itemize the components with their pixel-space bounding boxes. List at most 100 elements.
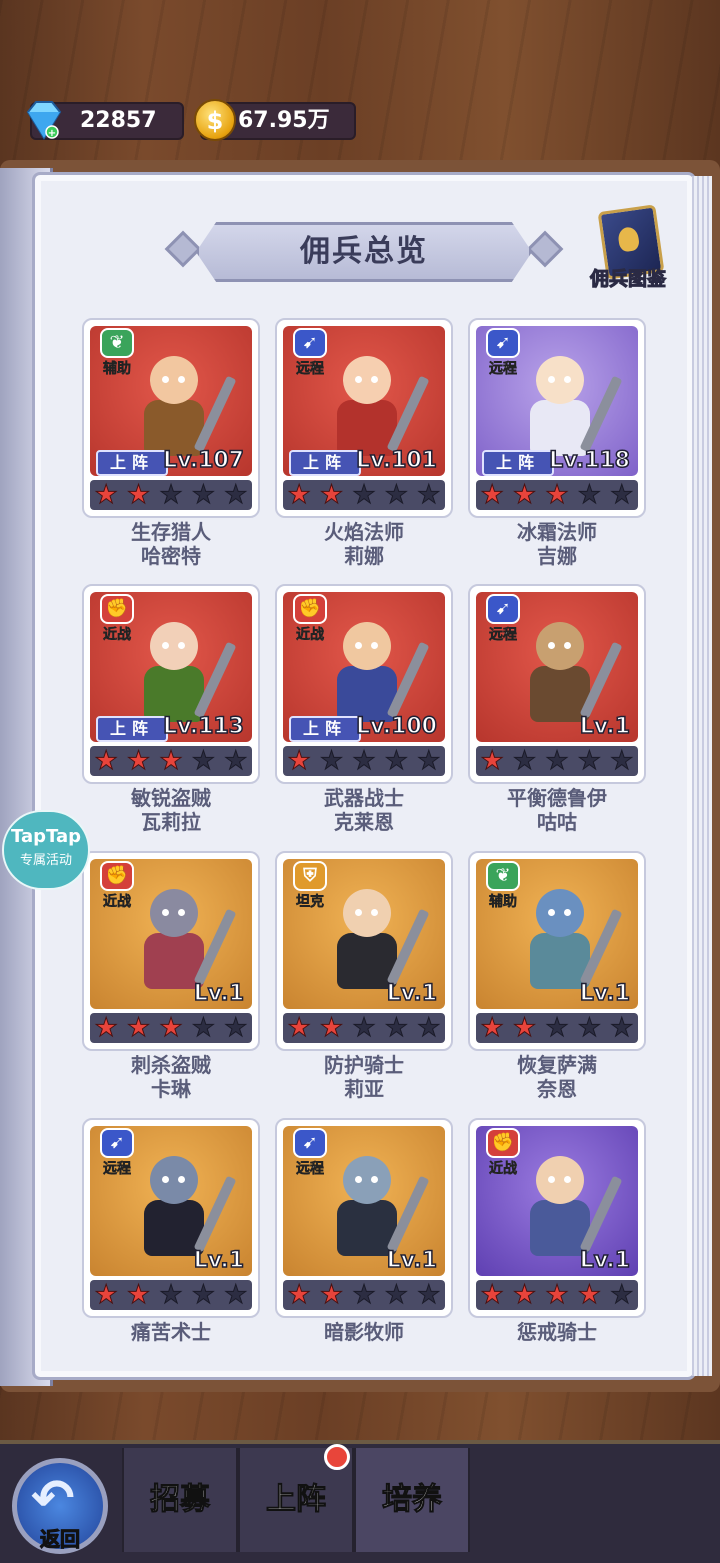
star-filled-icon: ★ <box>94 746 118 777</box>
star-rating: ★ ★ ★ ★ ★ <box>90 1013 252 1044</box>
star-filled-icon: ★ <box>319 1280 344 1311</box>
star-empty-icon: ★ <box>417 746 441 777</box>
hero-card[interactable]: ➹ 远程 Lv.1 ★ ★ ★ ★ ★ <box>275 1118 453 1318</box>
hero-card[interactable]: ✊ 近战 Lv.1 ★ ★ ★ ★ ★ <box>82 851 260 1051</box>
gold-counter[interactable]: $ 67.95万 <box>194 99 356 141</box>
star-empty-icon: ★ <box>159 480 183 511</box>
hero-card[interactable]: ➹ 远程 Lv.1 ★ ★ ★ ★ ★ <box>82 1118 260 1318</box>
star-filled-icon: ★ <box>287 1280 311 1311</box>
star-empty-icon: ★ <box>545 746 569 777</box>
star-filled-icon: ★ <box>159 746 183 777</box>
star-empty-icon: ★ <box>224 480 248 511</box>
role-tag: ✊ 近战 <box>94 594 140 648</box>
star-empty-icon: ★ <box>352 480 376 511</box>
hero-title: 暗影牧师 <box>324 1320 404 1344</box>
hero-card[interactable]: ✊ 近战 Lv.1 ★ ★ ★ ★ ★ <box>468 1118 646 1318</box>
hero-card[interactable]: ✊ 近战 上阵 Lv.113 ★ ★ ★ ★ ★ <box>82 584 260 784</box>
role-label: 远程 <box>103 1161 132 1178</box>
star-empty-icon: ★ <box>191 1280 216 1311</box>
leaf-icon: ❦ <box>486 861 520 891</box>
hero-portrait: ⛨ 坦克 Lv.1 <box>283 859 445 1009</box>
hero-title: 敏锐盗贼 <box>131 786 211 810</box>
star-filled-icon: ★ <box>512 480 537 511</box>
star-empty-icon: ★ <box>352 1013 376 1044</box>
hero-portrait: ✊ 近战 Lv.1 <box>476 1126 638 1276</box>
hero-name: 武器战士 克莱恩 <box>275 786 453 834</box>
role-tag: ➹ 远程 <box>480 594 526 648</box>
star-rating: ★ ★ ★ ★ ★ <box>476 746 638 777</box>
hero-card[interactable]: ➹ 远程 Lv.1 ★ ★ ★ ★ ★ <box>468 584 646 784</box>
hero-level: Lv.1 <box>193 980 245 1007</box>
hero-nickname: 莉亚 <box>344 1077 384 1101</box>
deployed-badge: 上阵 <box>482 450 554 476</box>
role-tag: ➹ 远程 <box>287 1128 333 1182</box>
star-empty-icon: ★ <box>610 746 634 777</box>
hero-name: 惩戒骑士 <box>468 1320 646 1344</box>
star-empty-icon: ★ <box>319 746 344 777</box>
star-empty-icon: ★ <box>224 746 248 777</box>
gem-counter[interactable]: + 22857 <box>26 101 184 140</box>
star-filled-icon: ★ <box>545 1280 569 1311</box>
hero-nickname: 哈密特 <box>141 544 201 568</box>
star-filled-icon: ★ <box>287 480 311 511</box>
star-filled-icon: ★ <box>126 1013 151 1044</box>
hero-nickname: 吉娜 <box>537 544 577 568</box>
star-empty-icon: ★ <box>224 1280 248 1311</box>
title-banner: 佣兵总览 <box>196 222 532 282</box>
fist-icon: ✊ <box>100 861 134 891</box>
star-empty-icon: ★ <box>545 1013 569 1044</box>
star-filled-icon: ★ <box>126 480 151 511</box>
hero-level: Lv.1 <box>579 980 631 1007</box>
hero-card[interactable]: ➹ 远程 上阵 Lv.118 ★ ★ ★ ★ ★ <box>468 318 646 518</box>
hero-portrait: ➹ 远程 Lv.1 <box>476 592 638 742</box>
leaf-icon: ❦ <box>100 328 134 358</box>
hero-level: Lv.1 <box>386 1247 438 1274</box>
back-button[interactable]: ↶ 返回 <box>12 1458 108 1554</box>
hero-title: 防护骑士 <box>324 1053 404 1077</box>
hero-card[interactable]: ⛨ 坦克 Lv.1 ★ ★ ★ ★ ★ <box>275 851 453 1051</box>
star-empty-icon: ★ <box>417 1013 441 1044</box>
hero-nickname: 克莱恩 <box>334 810 394 834</box>
role-tag: ➹ 远程 <box>480 328 526 382</box>
hero-level: Lv.1 <box>579 1247 631 1274</box>
star-empty-icon: ★ <box>512 746 537 777</box>
star-filled-icon: ★ <box>577 1280 602 1311</box>
tab-recruit[interactable]: 招募 <box>122 1448 238 1552</box>
hero-card[interactable]: ❦ 辅助 上阵 Lv.107 ★ ★ ★ ★ ★ <box>82 318 260 518</box>
hero-title: 冰霜法师 <box>517 520 597 544</box>
hero-portrait: ❦ 辅助 Lv.1 <box>476 859 638 1009</box>
codex-label: 佣兵图鉴 <box>589 268 666 291</box>
hero-nickname: 奈恩 <box>537 1077 577 1101</box>
hero-title: 惩戒骑士 <box>517 1320 597 1344</box>
star-empty-icon: ★ <box>610 1013 634 1044</box>
hero-card[interactable]: ➹ 远程 上阵 Lv.101 ★ ★ ★ ★ ★ <box>275 318 453 518</box>
role-label: 近战 <box>103 627 132 644</box>
star-empty-icon: ★ <box>384 1280 409 1311</box>
codex-button[interactable]: 佣兵图鉴 <box>582 204 674 294</box>
hero-level: Lv.107 <box>162 447 244 474</box>
star-rating: ★ ★ ★ ★ ★ <box>90 480 252 511</box>
shield-icon: ⛨ <box>293 861 327 891</box>
role-tag: ❦ 辅助 <box>480 861 526 915</box>
taptap-title: TapTap <box>11 826 81 847</box>
star-filled-icon: ★ <box>126 1280 151 1311</box>
diamond-gem-icon: + <box>26 101 62 140</box>
role-label: 近战 <box>103 894 132 911</box>
star-filled-icon: ★ <box>545 480 569 511</box>
hero-portrait: ➹ 远程 上阵 Lv.118 <box>476 326 638 476</box>
hero-title: 武器战士 <box>324 786 404 810</box>
star-empty-icon: ★ <box>610 480 634 511</box>
bow-icon: ➹ <box>293 328 327 358</box>
hero-card[interactable]: ✊ 近战 上阵 Lv.100 ★ ★ ★ ★ ★ <box>275 584 453 784</box>
star-rating: ★ ★ ★ ★ ★ <box>476 1280 638 1311</box>
taptap-event-button[interactable]: TapTap 专属活动 <box>2 810 90 890</box>
star-empty-icon: ★ <box>191 1013 216 1044</box>
deployed-badge: 上阵 <box>96 450 168 476</box>
star-rating: ★ ★ ★ ★ ★ <box>283 480 445 511</box>
hero-title: 生存猎人 <box>131 520 211 544</box>
star-filled-icon: ★ <box>480 1013 504 1044</box>
hero-portrait: ❦ 辅助 上阵 Lv.107 <box>90 326 252 476</box>
hero-card[interactable]: ❦ 辅助 Lv.1 ★ ★ ★ ★ ★ <box>468 851 646 1051</box>
tab-train[interactable]: 培养 <box>354 1448 470 1552</box>
hero-portrait: ✊ 近战 上阵 Lv.113 <box>90 592 252 742</box>
